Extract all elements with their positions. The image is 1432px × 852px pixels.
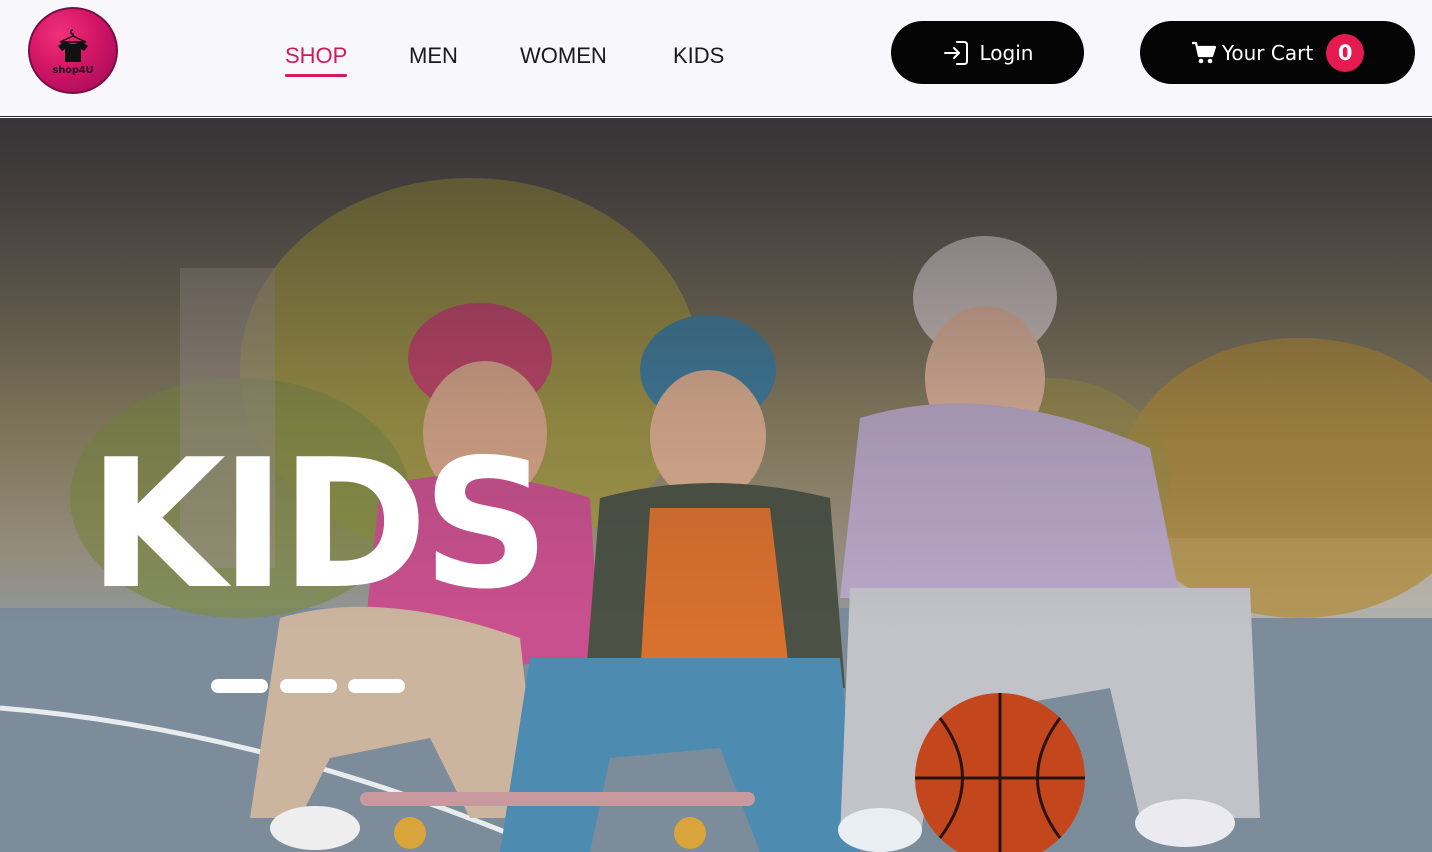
- active-nav-underline: [285, 74, 347, 77]
- hero-banner: KIDS: [0, 118, 1432, 852]
- tshirt-hanger-icon: [58, 29, 88, 62]
- nav-item-men[interactable]: MEN: [409, 43, 458, 69]
- cart-button[interactable]: Your Cart 0: [1140, 21, 1415, 84]
- slide-indicator-2[interactable]: [280, 679, 337, 693]
- hero-title: KIDS: [88, 421, 550, 628]
- login-label: Login: [979, 40, 1034, 65]
- slide-indicator-1[interactable]: [211, 679, 268, 693]
- slide-indicator-3[interactable]: [348, 679, 405, 693]
- nav-item-kids[interactable]: KIDS: [673, 43, 724, 69]
- login-arrow-icon: [943, 40, 968, 65]
- shop4u-logo[interactable]: shop4U: [28, 7, 118, 94]
- nav-item-women[interactable]: WOMEN: [520, 43, 607, 69]
- shopping-cart-icon: [1191, 41, 1216, 63]
- site-header: shop4U SHOP MEN WOMEN KIDS Login Your Ca…: [0, 0, 1432, 117]
- login-button[interactable]: Login: [891, 21, 1084, 84]
- nav-item-shop[interactable]: SHOP: [285, 43, 347, 69]
- cart-count-badge: 0: [1326, 33, 1365, 72]
- logo-text: shop4U: [52, 65, 94, 76]
- cart-label: Your Cart: [1221, 40, 1314, 65]
